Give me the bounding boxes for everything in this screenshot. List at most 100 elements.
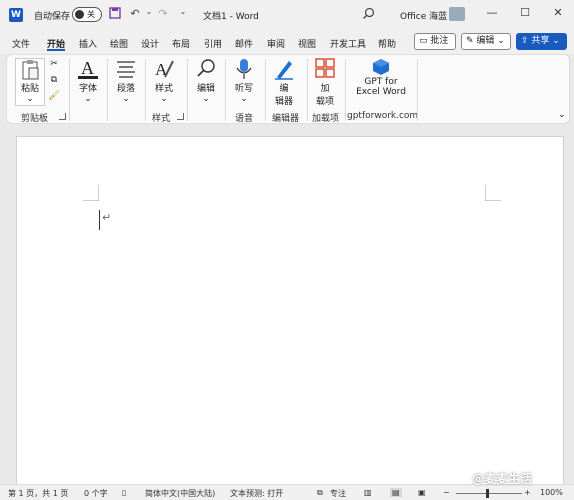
proofing-icon[interactable]: ▯ xyxy=(122,488,126,497)
styles-launcher-icon[interactable] xyxy=(177,113,184,120)
clipboard-icon xyxy=(22,60,39,80)
styles-icon: A xyxy=(155,60,174,79)
dictate-button[interactable]: 听写 ⌄ xyxy=(229,57,259,104)
ribbon: 粘贴 ⌄ ✂ ⧉ 🖌 剪贴板 A 字体 ⌄ 段落 ⌄ A 样式 ⌄ 样式 编辑 … xyxy=(6,54,570,124)
gpt-for-excel-word-button[interactable]: GPT for Excel Word xyxy=(349,57,413,97)
focus-label[interactable]: 专注 xyxy=(330,488,346,499)
avatar[interactable] xyxy=(449,7,465,21)
clipboard-launcher-icon[interactable] xyxy=(59,113,66,120)
print-layout-icon[interactable]: ▤ xyxy=(390,488,402,497)
zoom-slider-thumb[interactable] xyxy=(486,489,489,498)
collapse-ribbon-icon[interactable]: ⌄ xyxy=(558,110,566,120)
margin-corner-top-left xyxy=(83,185,99,201)
dictate-label: 听写 xyxy=(234,84,253,94)
pencil-icon: ✎ xyxy=(466,36,474,46)
text-prediction-status[interactable]: 文本预测: 打开 xyxy=(230,488,283,499)
group-divider xyxy=(145,59,146,121)
format-painter-icon[interactable]: 🖌 xyxy=(47,91,61,101)
paragraph-icon xyxy=(117,61,135,78)
editing-label: 编辑 xyxy=(196,84,215,94)
gpt-label-1: GPT for xyxy=(364,77,398,87)
text-cursor xyxy=(99,210,100,230)
tab-layout[interactable]: 布局 xyxy=(172,37,190,50)
group-divider xyxy=(265,59,266,121)
group-divider xyxy=(69,59,70,121)
paragraph-button[interactable]: 段落 ⌄ xyxy=(111,57,141,104)
redo-icon[interactable]: ↷ xyxy=(156,7,170,20)
group-divider xyxy=(187,59,188,121)
editing-mode-button[interactable]: ✎ 编辑 ⌄ xyxy=(461,33,511,50)
language-status[interactable]: 简体中文(中国大陆) xyxy=(145,488,215,499)
zoom-in-button[interactable]: + xyxy=(524,488,531,497)
save-icon[interactable] xyxy=(108,7,122,22)
share-button[interactable]: ⇪ 共享 ⌄ xyxy=(516,33,567,50)
paste-label: 粘贴 xyxy=(20,84,39,94)
web-layout-icon[interactable]: ▣ xyxy=(418,488,426,497)
gpt-group-label: gptforwork.com xyxy=(347,111,419,121)
tab-review[interactable]: 审阅 xyxy=(267,37,285,50)
chevron-down-icon: ⌄ xyxy=(240,94,248,104)
editing-button[interactable]: 编辑 ⌄ xyxy=(191,57,221,104)
editor-button[interactable]: 编 辑器 xyxy=(269,57,299,107)
font-button[interactable]: A 字体 ⌄ xyxy=(73,57,103,104)
find-icon xyxy=(197,59,215,77)
addins-label-2: 载项 xyxy=(315,97,334,107)
cut-icon[interactable]: ✂ xyxy=(47,59,61,69)
editing-mode-label: 编辑 xyxy=(476,36,495,46)
share-label: 共享 xyxy=(531,36,550,46)
tab-draw[interactable]: 绘图 xyxy=(110,37,128,50)
tab-references[interactable]: 引用 xyxy=(204,37,222,50)
watermark: @麦麦生活 xyxy=(472,472,533,486)
paste-button[interactable]: 粘贴 ⌄ xyxy=(15,58,45,106)
styles-button[interactable]: A 样式 ⌄ xyxy=(149,57,179,104)
styles-group-label: 样式 xyxy=(152,114,171,124)
svg-text:A: A xyxy=(81,58,94,78)
word-logo-icon: W xyxy=(9,8,23,22)
read-mode-icon[interactable]: ▥ xyxy=(364,488,372,497)
zoom-slider[interactable] xyxy=(456,493,522,494)
undo-icon[interactable]: ↶ xyxy=(128,7,142,20)
gpt-label-2: Excel Word xyxy=(356,87,406,97)
search-icon[interactable] xyxy=(362,7,375,23)
customize-icon[interactable]: ⌄ xyxy=(176,7,190,16)
zoom-level[interactable]: 100% xyxy=(540,488,563,497)
tab-view[interactable]: 视图 xyxy=(298,37,316,50)
tab-help[interactable]: 帮助 xyxy=(378,37,396,50)
comments-label: 批注 xyxy=(430,36,449,46)
word-count[interactable]: 0 个字 xyxy=(84,488,108,499)
maximize-icon[interactable]: ☐ xyxy=(517,6,533,22)
editor-label-2: 辑器 xyxy=(274,97,293,107)
addins-group-label: 加载项 xyxy=(312,114,340,124)
close-icon[interactable]: ✕ xyxy=(550,6,566,22)
tab-mailings[interactable]: 邮件 xyxy=(235,37,253,50)
copy-icon[interactable]: ⧉ xyxy=(47,75,61,85)
tab-design[interactable]: 设计 xyxy=(141,37,159,50)
minimize-icon[interactable]: — xyxy=(484,6,500,22)
addins-grid-icon xyxy=(315,58,335,78)
font-icon: A xyxy=(78,58,98,79)
paragraph-label: 段落 xyxy=(116,84,135,94)
focus-icon[interactable]: ⧉ xyxy=(317,488,323,498)
page-count[interactable]: 第 1 页，共 1 页 xyxy=(8,488,68,499)
addins-button[interactable]: 加 载项 xyxy=(310,57,340,107)
tab-insert[interactable]: 插入 xyxy=(79,37,97,50)
gpt-cube-icon xyxy=(373,59,389,75)
document-page[interactable]: ↵ xyxy=(16,136,564,486)
voice-group-label: 语音 xyxy=(235,114,254,124)
autosave-toggle[interactable]: 关 xyxy=(72,7,102,22)
toggle-knob xyxy=(75,10,84,19)
font-label: 字体 xyxy=(78,84,97,94)
undo-dropdown-icon[interactable]: ⌄ xyxy=(142,7,156,16)
user-name[interactable]: Office 海蓝 xyxy=(400,9,447,22)
group-divider xyxy=(345,59,346,121)
chevron-down-icon: ⌄ xyxy=(122,94,130,104)
tab-file[interactable]: 文件 xyxy=(12,37,30,50)
document-area: ↵ xyxy=(0,124,574,486)
zoom-out-button[interactable]: − xyxy=(443,488,450,497)
group-divider xyxy=(225,59,226,121)
editor-pen-icon xyxy=(275,61,293,80)
comments-button[interactable]: ▭ 批注 xyxy=(414,33,456,50)
autosave-state: 关 xyxy=(87,10,95,19)
tab-developer[interactable]: 开发工具 xyxy=(330,37,366,50)
editor-label-1: 编 xyxy=(279,84,289,94)
